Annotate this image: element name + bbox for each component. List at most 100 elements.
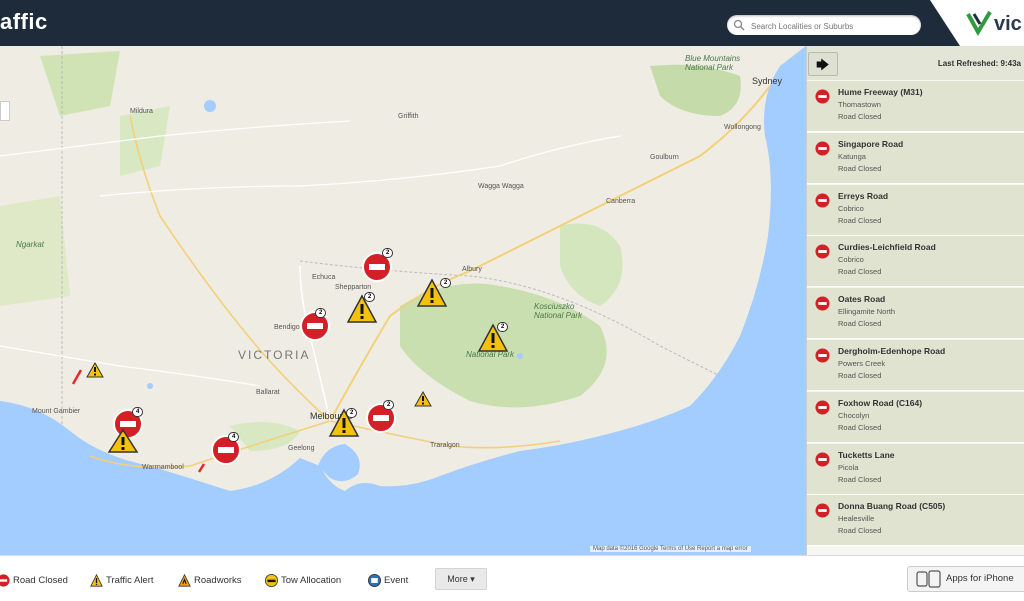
- apps-label: Apps for iPhone: [946, 573, 1014, 584]
- road-closed-marker[interactable]: 4: [210, 432, 242, 471]
- incident-status: Road Closed: [838, 112, 882, 121]
- legend-label: Traffic Alert: [106, 575, 154, 587]
- incident-status: Road Closed: [838, 267, 882, 276]
- incident-status: Road Closed: [838, 371, 882, 380]
- city-label: Ngarkat: [16, 240, 45, 249]
- city-label: Mildura: [130, 108, 153, 115]
- incident-place: Chocolyn: [838, 411, 870, 420]
- incident-item[interactable]: Donna Buang Road (C505) Healesville Road…: [807, 495, 1024, 546]
- incident-item[interactable]: Oates Road Ellingamite North Road Closed: [807, 288, 1024, 339]
- phone-icon: [916, 570, 941, 588]
- incident-road: Tucketts Lane: [838, 450, 895, 460]
- incident-item[interactable]: Foxhow Road (C164) Chocolyn Road Closed: [807, 392, 1024, 443]
- road-closed-icon: [815, 503, 830, 518]
- city-label: Canberra: [606, 198, 636, 205]
- traffic-alert-small[interactable]: [414, 390, 432, 412]
- search-box[interactable]: [727, 15, 921, 35]
- road-closed-icon: [815, 452, 830, 467]
- traffic-alert-small[interactable]: [86, 361, 104, 383]
- traffic-alert-marker[interactable]: [107, 428, 139, 459]
- legend-event[interactable]: Event: [368, 574, 408, 587]
- tow-truck-icon: [265, 574, 278, 587]
- city-label: Sydney: [752, 76, 783, 86]
- roadworks-icon: [178, 574, 191, 587]
- incident-place: Powers Creek: [838, 359, 886, 368]
- legend-traffic-alert[interactable]: Traffic Alert: [90, 574, 154, 587]
- more-dropdown[interactable]: More ▾: [435, 568, 487, 590]
- incident-line: [197, 463, 206, 473]
- incident-place: Thomastown: [838, 100, 881, 109]
- legend-road-closed[interactable]: Road Closed: [0, 574, 68, 587]
- incident-item[interactable]: Erreys Road Cobrico Road Closed: [807, 185, 1024, 236]
- map[interactable]: VICTORIA Sydney Wollongong Canberra Goul…: [0, 46, 806, 555]
- incident-place: Cobrico: [838, 204, 864, 213]
- logo-text: vic: [994, 13, 1022, 35]
- traffic-alert-marker[interactable]: 2: [346, 292, 378, 329]
- city-label: Goulburn: [650, 154, 679, 161]
- incident-place: Cobrico: [838, 255, 864, 264]
- vicroads-logo-icon: [966, 10, 992, 36]
- city-label: Albury: [462, 266, 482, 273]
- incident-item[interactable]: Dergholm-Edenhope Road Powers Creek Road…: [807, 340, 1024, 391]
- incident-item[interactable]: Hume Freeway (M31) Thomastown Road Close…: [807, 81, 1024, 132]
- city-label: Traralgon: [430, 442, 460, 449]
- legend-bar: Road Closed Traffic Alert Roadworks Tow …: [0, 555, 1024, 601]
- legend-label: Tow Allocation: [281, 575, 342, 587]
- event-icon: [368, 574, 381, 587]
- road-closed-icon: [815, 400, 830, 415]
- warning-triangle-icon: [90, 574, 103, 587]
- road-closed-icon: [815, 193, 830, 208]
- incident-item[interactable]: Curdies-Leichfield Road Cobrico Road Clo…: [807, 236, 1024, 287]
- traffic-alert-marker[interactable]: 2: [328, 408, 360, 443]
- incident-item[interactable]: Singapore Road Katunga Road Closed: [807, 133, 1024, 184]
- map-zoom-control[interactable]: [0, 101, 10, 121]
- warning-triangle-icon: [414, 390, 432, 407]
- traffic-alert-marker[interactable]: 2: [416, 278, 452, 313]
- road-closed-marker[interactable]: 2: [361, 248, 394, 288]
- incident-place: Ellingamite North: [838, 307, 896, 316]
- incident-status: Road Closed: [838, 319, 882, 328]
- incident-place: Katunga: [838, 152, 866, 161]
- road-closed-icon: [815, 89, 830, 104]
- incident-road: Hume Freeway (M31): [838, 87, 923, 97]
- legend-label: Event: [384, 575, 409, 587]
- forward-button[interactable]: 🡆: [808, 52, 838, 76]
- legend-label: Road Closed: [13, 575, 68, 587]
- warning-triangle-icon: [86, 361, 104, 378]
- city-label: Wollongong: [724, 124, 761, 131]
- incident-place: Healesville: [838, 514, 875, 523]
- vicroads-logo[interactable]: vic: [930, 0, 1024, 46]
- incident-status: Road Closed: [838, 164, 882, 173]
- road-closed-marker[interactable]: 2: [299, 308, 331, 347]
- city-label: Warrnambool: [142, 464, 184, 471]
- incident-road: Foxhow Road (C164): [838, 398, 923, 408]
- incident-status: Road Closed: [838, 423, 882, 432]
- city-label: Griffith: [398, 113, 419, 120]
- apps-button[interactable]: Apps for iPhone: [907, 566, 1024, 592]
- city-label: Wagga Wagga: [478, 183, 524, 190]
- city-label: Ballarat: [256, 389, 280, 396]
- incident-panel: 🡄 🡆 Last Refreshed: 9:43a Hume Freeway (…: [806, 46, 1024, 555]
- last-refreshed: Last Refreshed: 9:43a: [937, 59, 1021, 68]
- panel-toolbar: 🡄 🡆 Last Refreshed: 9:43a: [807, 46, 1024, 80]
- incident-item[interactable]: Tucketts Lane Picola Road Closed: [807, 444, 1024, 495]
- traffic-alert-marker[interactable]: 2: [477, 322, 509, 358]
- park-label: Blue Mountains National Park: [685, 54, 741, 72]
- incident-status: Road Closed: [838, 216, 882, 225]
- search-icon: [733, 19, 745, 31]
- legend-roadworks[interactable]: Roadworks: [178, 574, 242, 587]
- incident-place: Picola: [838, 463, 859, 472]
- header: affic vic: [0, 0, 1024, 46]
- city-label: Geelong: [288, 445, 315, 452]
- city-label: Bendigo: [274, 324, 300, 331]
- road-closed-icon: [0, 574, 10, 587]
- search-input[interactable]: [749, 17, 918, 35]
- road-closed-icon: [815, 348, 830, 363]
- legend-tow-allocation[interactable]: Tow Allocation: [265, 574, 341, 587]
- map-attribution[interactable]: Map data ©2016 Google Terms of Use Repor…: [590, 546, 751, 552]
- city-label: Mount Gambier: [32, 408, 81, 415]
- incident-road: Curdies-Leichfield Road: [838, 242, 936, 252]
- region-label: VICTORIA: [238, 348, 311, 362]
- road-closed-marker[interactable]: 2: [365, 400, 397, 439]
- incident-line: [71, 369, 83, 385]
